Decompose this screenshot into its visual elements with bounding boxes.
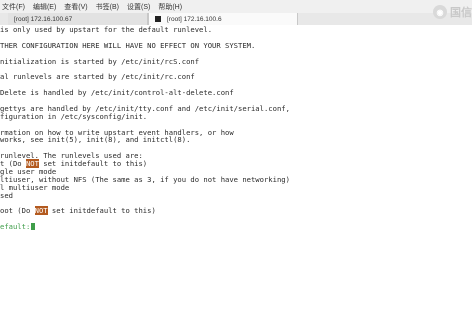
menu-bookmarks[interactable]: 书签(B) (96, 2, 127, 12)
terminal-line: sed (0, 190, 472, 200)
terminal-text: oot (Do (0, 206, 35, 216)
menu-edit[interactable]: 编辑(E) (33, 2, 64, 12)
watermark: ◉ 国信 (433, 4, 472, 20)
terminal-line: ltiuser, without NFS (The same as 3, if … (0, 175, 472, 184)
tab-session-1[interactable]: [root] 172.16.100.67 (8, 13, 148, 25)
terminal-text: THER CONFIGURATION HERE WILL HAVE NO EFF… (0, 40, 256, 50)
terminal-output[interactable]: is only used by upstart for the default … (0, 25, 472, 320)
terminal-line: is only used by upstart for the default … (0, 26, 472, 34)
tab-close-icon[interactable] (155, 16, 161, 22)
highlighted-text: NOT (34, 206, 48, 216)
menu-view[interactable]: 查看(V) (64, 2, 95, 12)
terminal-text: al runlevels are started by /etc/init/rc… (0, 72, 195, 82)
terminal-text: figuration in /etc/sysconfig/init. (0, 111, 148, 121)
terminal-line: THER CONFIGURATION HERE WILL HAVE NO EFF… (0, 40, 472, 50)
tab-label: [root] 172.16.100.6 (167, 15, 222, 23)
terminal-line: efault: (0, 223, 472, 231)
terminal-line: t (Do NOT set initdefault to this) (0, 159, 472, 169)
terminal-line: Delete is handled by /etc/init/control-a… (0, 89, 472, 97)
menu-bar: 文件(F) 编辑(E) 查看(V) 书签(B) 设置(S) 帮助(H) (0, 0, 472, 14)
terminal-text: Delete is handled by /etc/init/control-a… (0, 88, 234, 98)
tab-label: [root] 172.16.100.67 (14, 15, 73, 23)
terminal-line: nitialization is started by /etc/init/rc… (0, 56, 472, 66)
watermark-logo-icon: ◉ (433, 5, 447, 19)
menu-help[interactable]: 帮助(H) (158, 2, 190, 12)
terminal-text: is only used by upstart for the default … (0, 25, 213, 34)
tab-spacer (0, 13, 8, 25)
watermark-text: 国信 (450, 7, 472, 19)
terminal-line: al runlevels are started by /etc/init/rc… (0, 73, 472, 81)
menu-settings[interactable]: 设置(S) (127, 2, 158, 12)
text-cursor (31, 223, 36, 231)
tab-session-2[interactable]: [root] 172.16.100.6 (148, 13, 298, 25)
tab-bar: [root] 172.16.100.67 [root] 172.16.100.6 (0, 13, 472, 25)
menu-file[interactable]: 文件(F) (0, 2, 33, 12)
terminal-text: sed (0, 190, 13, 200)
terminal-text: efault: (0, 222, 31, 232)
terminal-text: works, see init(5), init(8), and initctl… (0, 135, 191, 145)
terminal-text: nitialization is started by /etc/init/rc… (0, 56, 200, 66)
terminal-line: l multiuser mode (0, 183, 472, 192)
terminal-line: figuration in /etc/sysconfig/init. (0, 111, 472, 121)
terminal-line: oot (Do NOT set initdefault to this) (0, 206, 472, 216)
terminal-text: set initdefault to this) (47, 206, 156, 216)
terminal-line: works, see init(5), init(8), and initctl… (0, 136, 472, 144)
